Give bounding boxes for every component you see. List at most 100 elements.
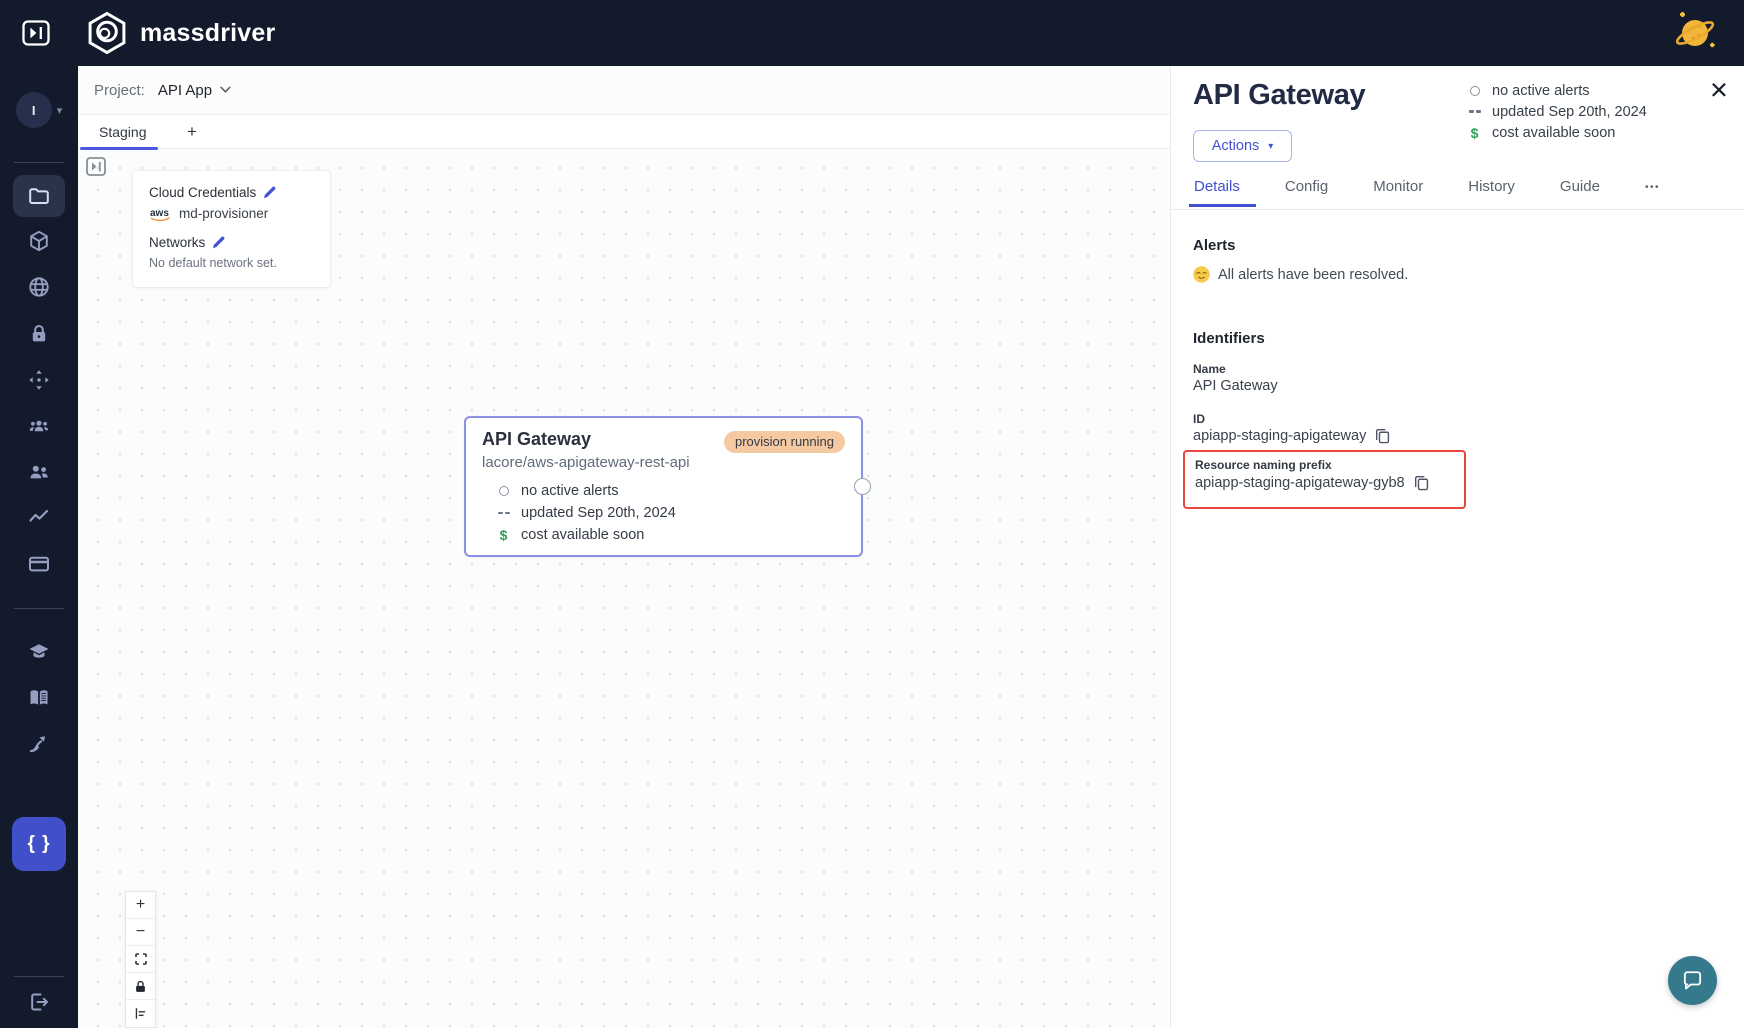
dollar-icon: $ (1467, 125, 1482, 141)
prefix-value: apiapp-staging-apigateway-gyb8 (1195, 475, 1405, 491)
copy-prefix-button[interactable] (1414, 475, 1429, 491)
zoom-in-button[interactable]: + (126, 892, 155, 919)
more-tabs-button[interactable]: ••• (1645, 178, 1660, 193)
highlight-box: Resource naming prefix apiapp-staging-ap… (1183, 450, 1466, 509)
move-arrows-icon (27, 368, 51, 392)
sidebar-item-teams[interactable] (13, 406, 65, 446)
connection-handle[interactable] (854, 478, 871, 495)
node-alerts-row: no active alerts (496, 480, 845, 502)
dollar-icon: $ (496, 527, 511, 543)
identifiers-heading: Identifiers (1193, 330, 1265, 347)
dashes-icon (1469, 110, 1481, 112)
sidebar-item-logout[interactable] (13, 982, 65, 1022)
sidebar-item-users[interactable] (13, 452, 65, 492)
sidebar-item-deployments[interactable] (13, 360, 65, 400)
project-name: API App (158, 82, 212, 99)
node-updated-text: updated Sep 20th, 2024 (521, 505, 676, 521)
environment-tabs: Staging + (78, 115, 1170, 149)
node-alerts-text: no active alerts (521, 483, 619, 499)
branch-arrow-icon (27, 732, 51, 756)
id-value: apiapp-staging-apigateway (1193, 428, 1366, 444)
auto-layout-button[interactable] (126, 1000, 155, 1027)
credentials-card: Cloud Credentials aws md-provisioner Net… (132, 170, 331, 288)
tab-config[interactable]: Config (1285, 178, 1328, 207)
panel-updated-text: updated Sep 20th, 2024 (1492, 104, 1647, 120)
lock-button[interactable] (126, 973, 155, 1000)
open-book-icon (27, 686, 51, 710)
sidebar-item-billing[interactable] (13, 544, 65, 584)
panel-status-summary: no active alerts updated Sep 20th, 2024 … (1467, 80, 1647, 143)
chat-support-button[interactable] (1668, 956, 1717, 1005)
name-label: Name (1193, 362, 1226, 376)
lock-canvas-icon (133, 979, 148, 994)
prefix-label: Resource naming prefix (1195, 458, 1464, 472)
tab-guide[interactable]: Guide (1560, 178, 1600, 207)
actions-dropdown-button[interactable]: Actions ▾ (1193, 130, 1292, 162)
zoom-out-button[interactable]: − (126, 919, 155, 946)
fit-view-icon (133, 951, 149, 967)
panel-title: API Gateway (1193, 79, 1365, 112)
alert-ring-icon (1470, 86, 1480, 96)
caret-down-icon: ▾ (1268, 141, 1273, 152)
alerts-resolved-message: All alerts have been resolved. (1193, 266, 1408, 283)
bundle-node-api-gateway[interactable]: API Gateway provision running lacore/aws… (464, 416, 863, 557)
chevron-down-icon (220, 86, 231, 94)
add-environment-button[interactable]: + (178, 115, 206, 149)
sidebar-divider (14, 976, 64, 977)
main-area: Project: API App Staging + Cloud Credent… (78, 66, 1170, 1028)
sidebar-item-projects[interactable] (13, 175, 65, 217)
code-editor-button[interactable]: { } (12, 817, 66, 871)
sidebar-divider (14, 608, 64, 609)
id-label: ID (1193, 412, 1205, 426)
tab-history[interactable]: History (1468, 178, 1515, 207)
tab-details[interactable]: Details (1194, 178, 1240, 207)
tab-staging-label: Staging (99, 124, 146, 140)
sidebar-item-networks[interactable] (13, 267, 65, 307)
sidebar-item-docs[interactable] (13, 678, 65, 718)
panel-updated-row: updated Sep 20th, 2024 (1467, 101, 1647, 122)
fit-view-button[interactable] (126, 946, 155, 973)
node-slug: lacore/aws-apigateway-rest-api (482, 454, 845, 471)
tab-monitor[interactable]: Monitor (1373, 178, 1423, 207)
canvas-panel-toggle[interactable] (86, 157, 106, 176)
brand-logo[interactable]: massdriver (84, 10, 275, 56)
user-menu[interactable]: I ▾ (0, 92, 78, 128)
sidebar-item-secrets[interactable] (13, 314, 65, 354)
edit-credentials-icon[interactable] (263, 186, 276, 199)
prefix-value-row: apiapp-staging-apigateway-gyb8 (1195, 475, 1464, 491)
planet-mascot-icon[interactable] (1670, 7, 1720, 57)
sidebar: I ▾ (0, 66, 78, 1028)
alerts-resolved-text: All alerts have been resolved. (1218, 267, 1408, 283)
lock-icon (27, 322, 51, 346)
credit-card-icon (27, 552, 51, 576)
folder-icon (27, 184, 51, 208)
node-cost-text: cost available soon (521, 527, 644, 543)
app: massdriver I ▾ (0, 0, 1744, 1028)
globe-icon (27, 275, 51, 299)
close-panel-button[interactable]: × (1710, 68, 1728, 111)
tab-staging[interactable]: Staging (78, 115, 146, 149)
networks-label: Networks (149, 235, 205, 250)
users-icon (27, 460, 51, 484)
edit-networks-icon[interactable] (212, 236, 225, 249)
sidebar-item-metrics[interactable] (13, 497, 65, 537)
graduation-cap-icon (27, 640, 51, 664)
sidebar-collapse-icon[interactable] (22, 20, 50, 46)
credential-name: md-provisioner (179, 206, 268, 221)
diagram-canvas[interactable]: Cloud Credentials aws md-provisioner Net… (78, 150, 1170, 1028)
relieved-emoji (1193, 266, 1210, 283)
sidebar-item-roadmap[interactable] (13, 724, 65, 764)
actions-label: Actions (1212, 138, 1260, 154)
node-updated-row: updated Sep 20th, 2024 (496, 502, 845, 524)
alerts-heading: Alerts (1193, 237, 1236, 254)
brand-name: massdriver (140, 19, 275, 48)
id-value-row: apiapp-staging-apigateway (1193, 428, 1390, 444)
panel-alerts-text: no active alerts (1492, 83, 1590, 99)
project-selector[interactable]: API App (158, 82, 231, 99)
aws-logo-icon: aws (149, 207, 172, 221)
avatar[interactable]: I (16, 92, 52, 128)
sidebar-item-packages[interactable] (13, 221, 65, 261)
project-header: Project: API App (78, 66, 1170, 115)
sidebar-item-learn[interactable] (13, 632, 65, 672)
copy-id-button[interactable] (1375, 428, 1390, 444)
